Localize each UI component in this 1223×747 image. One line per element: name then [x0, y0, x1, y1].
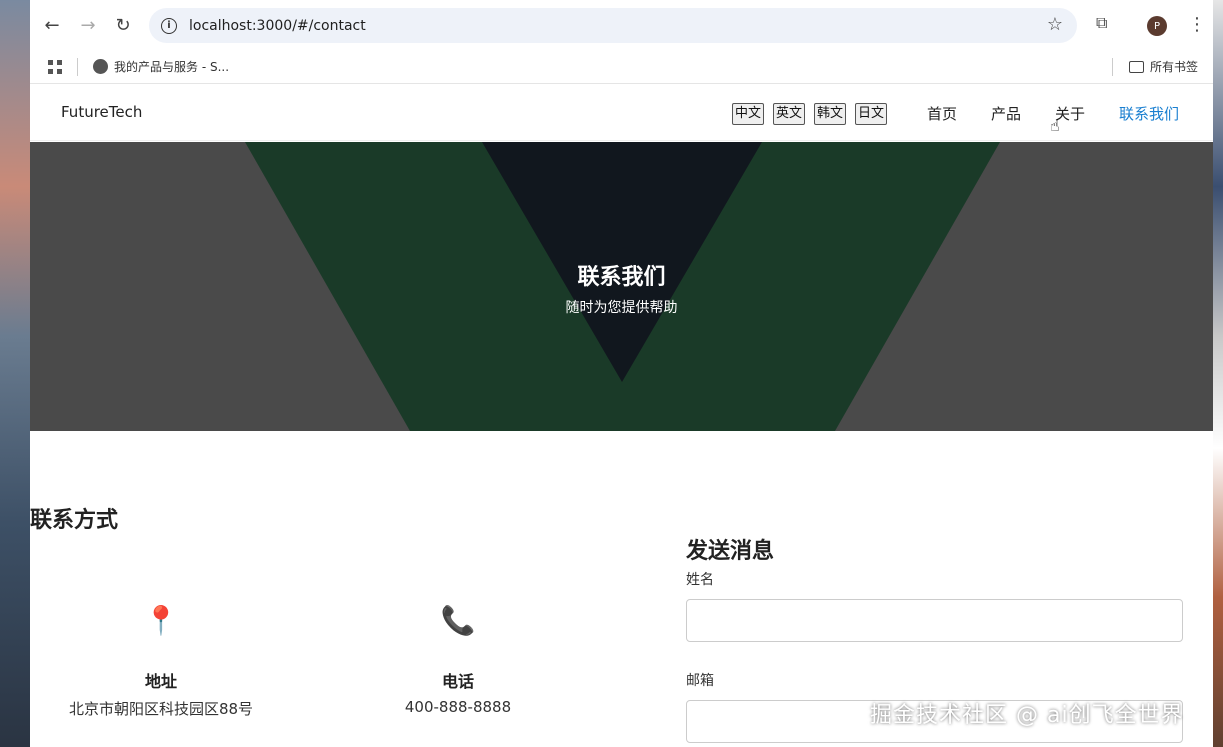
- desktop-background-right: [1213, 0, 1223, 747]
- nav-products[interactable]: 产品: [991, 103, 1021, 124]
- bookmark-label: 我的产品与服务 - S...: [114, 60, 230, 74]
- phone-card: 📞 电话 400-888-8888: [328, 604, 588, 716]
- extensions-icon[interactable]: ⧉: [1096, 13, 1107, 33]
- hero-title: 联系我们: [577, 265, 666, 290]
- apps-grid-icon[interactable]: [48, 60, 62, 74]
- forward-icon[interactable]: →: [76, 13, 100, 37]
- hero-banner: 联系我们 随时为您提供帮助: [30, 142, 1213, 431]
- address-bar[interactable]: i localhost:3000/#/contact ☆: [149, 8, 1077, 43]
- nav-contact[interactable]: 联系我们: [1119, 103, 1179, 124]
- phone-icon: 📞: [440, 604, 476, 637]
- site-header: FutureTech 中文 英文 韩文 日文 首页 产品 关于 联系我们: [30, 84, 1213, 141]
- site-logo[interactable]: FutureTech: [61, 103, 142, 121]
- url-text[interactable]: localhost:3000/#/contact: [189, 18, 366, 34]
- name-input[interactable]: [686, 599, 1183, 642]
- all-bookmarks-button[interactable]: 所有书签: [1129, 58, 1198, 75]
- browser-toolbar: ← → ↻ i localhost:3000/#/contact ☆ ⧉ P ⋮: [30, 0, 1213, 50]
- desktop-background-left: [0, 0, 30, 747]
- watermark-text: 掘金技术社区 @ ai创飞全世界: [870, 703, 1184, 728]
- globe-icon: [93, 59, 108, 74]
- nav-home[interactable]: 首页: [927, 103, 957, 124]
- hero-subtitle: 随时为您提供帮助: [565, 300, 678, 316]
- contact-heading: 联系方式: [30, 508, 119, 533]
- hand-cursor-icon: ☝: [1050, 116, 1060, 135]
- address-value: 北京市朝阳区科技园区88号: [68, 700, 254, 718]
- lang-button-en[interactable]: 英文: [773, 103, 806, 125]
- phone-title: 电话: [441, 672, 474, 691]
- site-info-icon[interactable]: i: [161, 17, 177, 34]
- send-message-heading: 发送消息: [686, 539, 775, 564]
- folder-icon: [1129, 60, 1144, 73]
- reload-icon[interactable]: ↻: [111, 13, 135, 37]
- email-label: 邮箱: [686, 673, 714, 689]
- bookmark-divider: [77, 58, 78, 76]
- menu-icon[interactable]: ⋮: [1188, 14, 1206, 35]
- pin-icon: 📍: [143, 604, 179, 637]
- lang-button-ja[interactable]: 日文: [855, 103, 888, 125]
- profile-avatar[interactable]: P: [1147, 16, 1167, 36]
- phone-value: 400-888-8888: [404, 698, 512, 716]
- lang-button-ko[interactable]: 韩文: [814, 103, 847, 125]
- bookmark-star-icon[interactable]: ☆: [1047, 14, 1063, 35]
- browser-window: ← → ↻ i localhost:3000/#/contact ☆ ⧉ P ⋮…: [30, 0, 1213, 747]
- bookmarks-bar: 我的产品与服务 - S... 所有书签: [30, 50, 1213, 84]
- bookmark-item[interactable]: 我的产品与服务 - S...: [93, 58, 229, 75]
- lang-button-zh[interactable]: 中文: [732, 103, 765, 125]
- address-title: 地址: [144, 672, 177, 691]
- back-icon[interactable]: ←: [40, 13, 64, 37]
- bookmark-divider: [1112, 58, 1113, 76]
- all-bookmarks-label: 所有书签: [1150, 60, 1199, 74]
- address-card: 📍 地址 北京市朝阳区科技园区88号: [31, 604, 291, 719]
- name-label: 姓名: [686, 572, 714, 588]
